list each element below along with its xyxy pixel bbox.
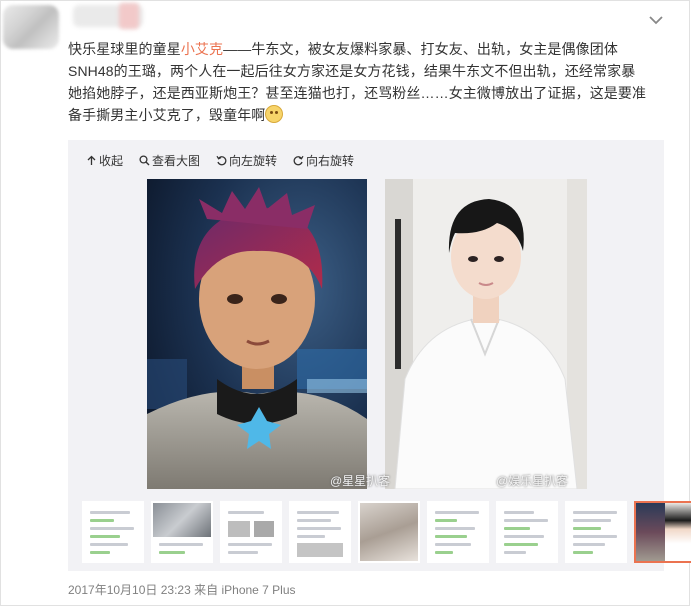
rotate-right-button[interactable]: 向右旋转 — [293, 151, 354, 169]
arrow-up-icon — [87, 155, 96, 165]
watermark-right: @娱乐星扒客 — [496, 474, 569, 488]
rotate-right-label: 向右旋转 — [306, 153, 355, 168]
thumbnail-7[interactable] — [496, 501, 558, 563]
thumbnail-strip — [82, 501, 691, 563]
media-toolbar: 收起 查看大图 向左旋转 向右旋转 — [86, 151, 354, 169]
mention-link[interactable]: 小艾克 — [181, 41, 223, 57]
view-large-label: 查看大图 — [152, 153, 201, 168]
media-viewer: 收起 查看大图 向左旋转 向右旋转 @星星扒客 @娱乐星扒客 — [68, 140, 691, 571]
rotate-left-icon — [216, 155, 227, 165]
weibo-post-card: 快乐星球里的童星小艾克——牛东文，被女友爆料家暴、打女友、出轨，女主是偶像团体S… — [0, 0, 691, 606]
blurred-badge — [119, 3, 139, 29]
rotate-left-button[interactable]: 向左旋转 — [216, 151, 277, 169]
thumbnail-6[interactable] — [427, 501, 489, 563]
chevron-down-icon[interactable] — [647, 13, 665, 27]
thumbnail-8[interactable] — [565, 501, 627, 563]
collapse-button[interactable]: 收起 — [86, 151, 123, 169]
thumbnail-5[interactable] — [358, 501, 420, 563]
collapse-label: 收起 — [99, 153, 124, 168]
thumbnail-9-active[interactable] — [634, 501, 691, 563]
watermark-left: @星星扒客 — [330, 474, 391, 488]
photo-child-actor[interactable] — [147, 179, 367, 489]
thumbnail-2[interactable] — [151, 501, 213, 563]
avatar[interactable] — [3, 5, 59, 49]
rotate-left-label: 向左旋转 — [229, 153, 278, 168]
post-text: 快乐星球里的童星小艾克——牛东文，被女友爆料家暴、打女友、出轨，女主是偶像团体S… — [68, 38, 648, 126]
source-prefix: 来自 — [194, 583, 219, 597]
device-source: iPhone 7 Plus — [221, 583, 296, 597]
view-large-button[interactable]: 查看大图 — [139, 151, 200, 169]
rotate-right-icon — [293, 155, 304, 165]
post-meta: 2017年10月10日 23:23 来自 iPhone 7 Plus — [68, 581, 296, 598]
photo-young-man[interactable] — [385, 179, 587, 489]
cat-emoji-icon — [265, 105, 284, 123]
post-text-prefix: 快乐星球里的童星 — [68, 41, 181, 57]
magnifier-icon — [139, 154, 150, 165]
timestamp[interactable]: 2017年10月10日 23:23 — [68, 583, 191, 597]
thumbnail-3[interactable] — [220, 501, 282, 563]
thumbnail-4[interactable] — [289, 501, 351, 563]
thumbnail-1[interactable] — [82, 501, 144, 563]
